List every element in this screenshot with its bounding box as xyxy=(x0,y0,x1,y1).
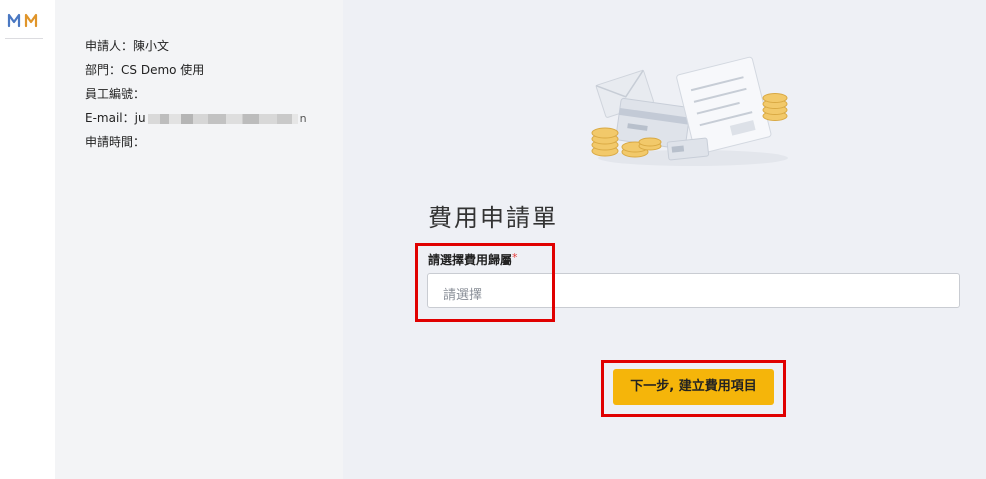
left-rail xyxy=(0,0,55,479)
highlight-box-button xyxy=(601,360,786,417)
rail-divider xyxy=(5,38,43,39)
main-content: 費用申請單 請選擇費用歸屬* 請選擇 下一步, 建立費用項目 xyxy=(343,0,986,479)
applicant-value: 陳小文 xyxy=(133,39,170,53)
employee-id-label: 員工編號： xyxy=(85,87,146,101)
department-label: 部門： xyxy=(85,63,122,77)
highlight-box-field xyxy=(415,243,555,322)
mm-logo-icon[interactable] xyxy=(7,12,41,28)
department-row: 部門：CS Demo 使用 xyxy=(85,63,204,77)
applicant-info-panel: 申請人：陳小文 部門：CS Demo 使用 員工編號： E-mail：ju n 申… xyxy=(55,0,343,479)
email-row: E-mail：ju n xyxy=(85,111,307,126)
apply-time-label: 申請時間： xyxy=(85,135,146,149)
page-title: 費用申請單 xyxy=(428,204,558,232)
department-value: CS Demo 使用 xyxy=(121,63,205,77)
email-label: E-mail： xyxy=(85,111,135,125)
apply-time-row: 申請時間： xyxy=(85,135,145,149)
email-suffix: n xyxy=(299,112,307,125)
expense-illustration-icon xyxy=(591,56,788,166)
employee-id-row: 員工編號： xyxy=(85,87,145,101)
email-prefix: ju xyxy=(134,111,146,125)
email-redaction xyxy=(147,113,298,124)
applicant-label: 申請人： xyxy=(85,39,134,53)
applicant-row: 申請人：陳小文 xyxy=(85,39,169,53)
